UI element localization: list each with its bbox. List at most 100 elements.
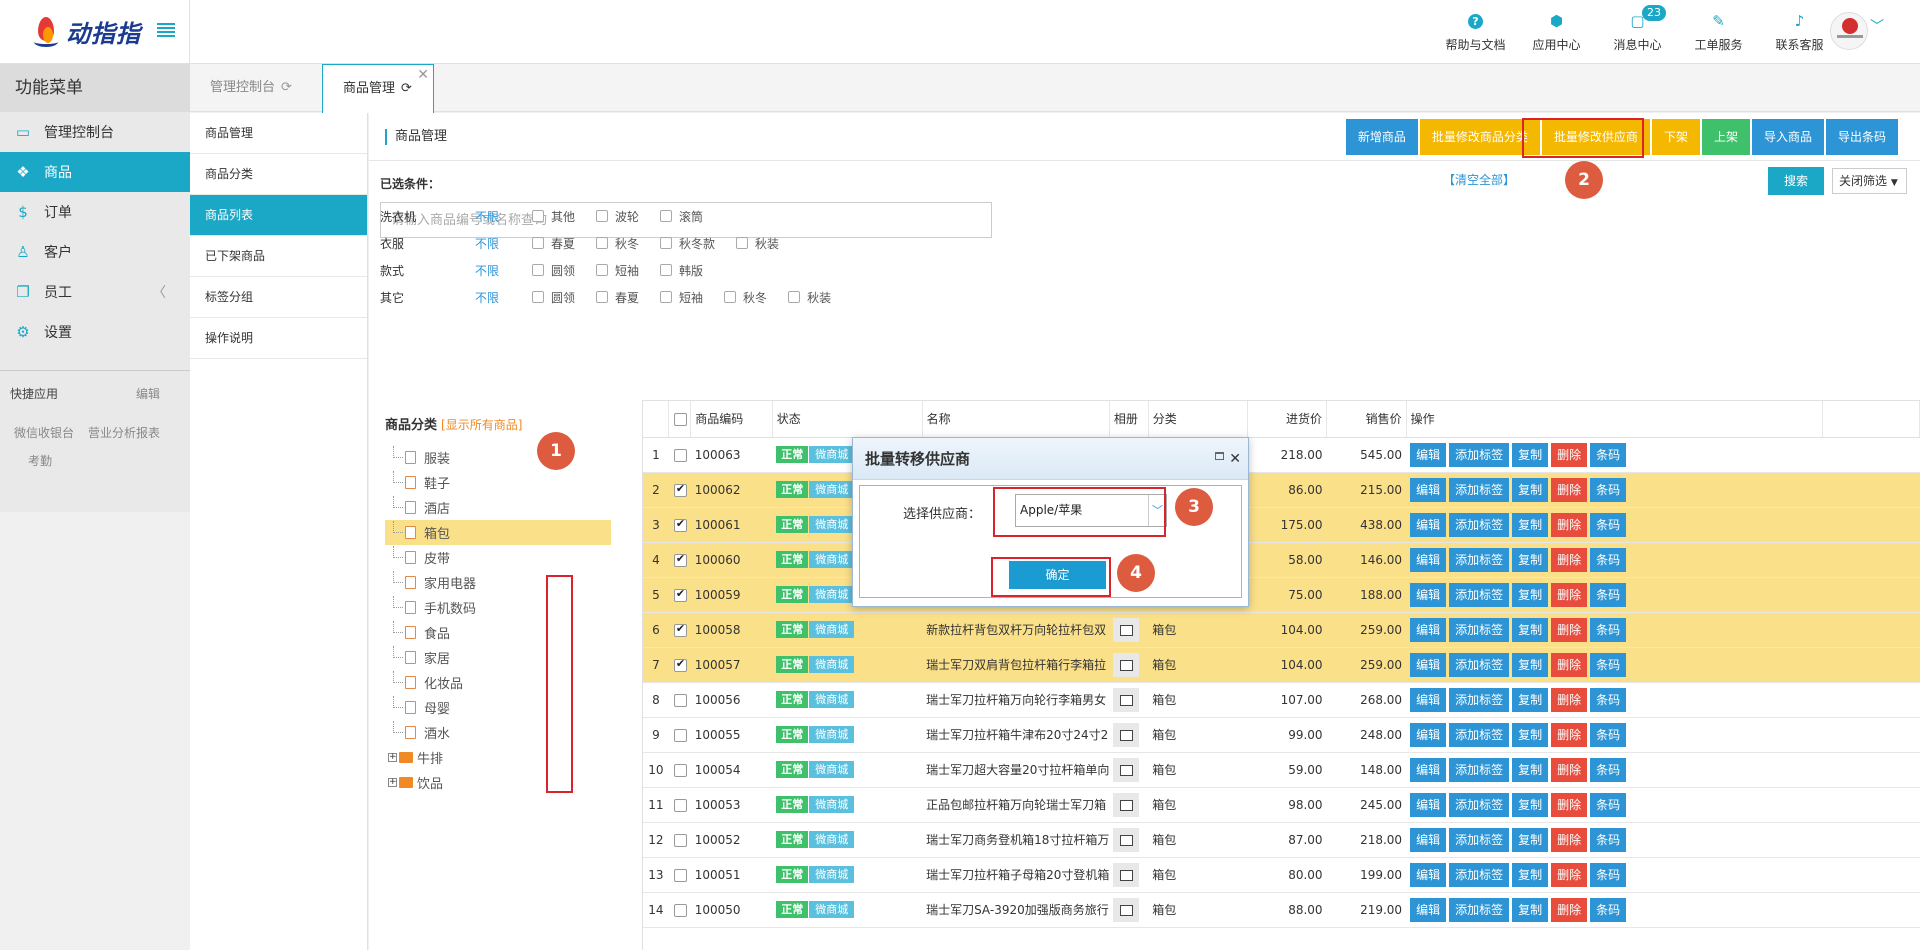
clear-all-link[interactable]: 【清空全部】 <box>1443 171 1515 188</box>
row-op-button[interactable]: 复制 <box>1512 477 1549 502</box>
table-row[interactable]: 5 100059正常微商城 75.00188.00编辑添加标签复制删除条码 <box>643 577 1920 613</box>
filter-option[interactable]: 秋冬款 <box>660 235 715 252</box>
row-op-button[interactable]: 复制 <box>1512 512 1549 537</box>
row-op-button[interactable]: 条码 <box>1590 687 1627 712</box>
row-checkbox[interactable] <box>673 693 687 707</box>
close-icon[interactable]: ✕ <box>1229 438 1241 480</box>
user-avatar[interactable] <box>1830 12 1868 50</box>
filter-option[interactable]: 秋装 <box>788 289 831 306</box>
row-op-button[interactable]: 删除 <box>1551 582 1588 607</box>
category-item[interactable]: 食品 <box>385 620 611 645</box>
row-op-button[interactable]: 添加标签 <box>1449 617 1510 642</box>
row-op-button[interactable]: 删除 <box>1551 862 1588 887</box>
table-row[interactable]: 3 100061正常微商城 175.00438.00编辑添加标签复制删除条码 <box>643 507 1920 543</box>
row-op-button[interactable]: 复制 <box>1512 617 1549 642</box>
select-all-checkbox[interactable] <box>674 412 688 426</box>
row-op-button[interactable]: 条码 <box>1590 757 1627 782</box>
checkbox[interactable] <box>724 291 737 303</box>
category-item[interactable]: 家居 <box>385 645 611 670</box>
close-icon[interactable]: ✕ <box>417 51 429 99</box>
table-row[interactable]: 12 100052 正常 微商城 瑞士军刀商务登机箱18寸拉杆箱万 箱包 87.00 218.… <box>643 822 1920 858</box>
row-op-button[interactable]: 复制 <box>1512 722 1549 747</box>
checkbox[interactable] <box>532 264 544 276</box>
row-op-button[interactable]: 删除 <box>1551 792 1588 817</box>
filter-option[interactable]: 春夏 <box>596 289 639 306</box>
image-icon[interactable] <box>1113 652 1140 677</box>
filter-option[interactable]: 其他 <box>532 208 575 225</box>
checkbox[interactable] <box>532 291 544 303</box>
search-button[interactable]: 搜索 <box>1768 167 1824 195</box>
category-folder[interactable]: + 牛排 <box>385 745 611 770</box>
row-checkbox[interactable] <box>673 448 687 462</box>
category-item[interactable]: 箱包 <box>385 520 611 545</box>
category-item[interactable]: 化妆品 <box>385 670 611 695</box>
row-op-button[interactable]: 添加标签 <box>1449 792 1510 817</box>
checkbox[interactable] <box>660 264 673 276</box>
submenu-item-1[interactable]: 商品分类 <box>190 154 367 195</box>
row-op-button[interactable]: 编辑 <box>1410 442 1447 467</box>
row-op-button[interactable]: 编辑 <box>1410 652 1447 677</box>
image-icon[interactable] <box>1113 617 1140 642</box>
row-op-button[interactable]: 添加标签 <box>1449 687 1510 712</box>
submenu-item-2[interactable]: 商品列表 <box>190 195 367 236</box>
category-item[interactable]: 服装 <box>385 445 611 470</box>
row-op-button[interactable]: 复制 <box>1512 862 1549 887</box>
row-op-button[interactable]: 添加标签 <box>1449 827 1510 852</box>
filter-all-link[interactable]: 不限 <box>475 235 532 252</box>
table-row[interactable]: 11 100053 正常 微商城 正品包邮拉杆箱万向轮瑞士军刀箱 箱包 98.00 245.0… <box>643 787 1920 823</box>
topnav-item-0[interactable]: ? 帮助与文档 <box>1435 10 1516 53</box>
row-checkbox[interactable] <box>673 657 687 672</box>
row-op-button[interactable]: 复制 <box>1512 547 1549 572</box>
checkbox[interactable] <box>736 237 749 249</box>
row-op-button[interactable]: 删除 <box>1551 827 1588 852</box>
row-checkbox[interactable] <box>673 763 687 777</box>
checkbox[interactable] <box>596 210 609 222</box>
expand-icon[interactable]: + <box>388 753 397 762</box>
row-op-button[interactable]: 条码 <box>1590 512 1627 537</box>
filter-option[interactable]: 圆领 <box>532 262 575 279</box>
row-op-button[interactable]: 编辑 <box>1410 757 1447 782</box>
submenu-item-0[interactable]: 商品管理 <box>190 113 367 154</box>
row-op-button[interactable]: 编辑 <box>1410 827 1447 852</box>
filter-option[interactable]: 秋冬 <box>724 289 767 306</box>
supplier-select[interactable]: Apple/苹果 ﹀ <box>1015 494 1167 527</box>
row-checkbox[interactable] <box>673 517 687 532</box>
row-op-button[interactable]: 添加标签 <box>1449 547 1510 572</box>
row-op-button[interactable]: 添加标签 <box>1449 722 1510 747</box>
row-op-button[interactable]: 复制 <box>1512 652 1549 677</box>
row-op-button[interactable]: 添加标签 <box>1449 477 1510 502</box>
quick-link[interactable]: 微信收银台 <box>14 426 74 440</box>
row-checkbox[interactable] <box>673 482 687 497</box>
row-op-button[interactable]: 删除 <box>1551 722 1588 747</box>
table-row[interactable]: 10 100054 正常 微商城 瑞士军刀超大容量20寸拉杆箱单向 箱包 59.00 148.… <box>643 752 1920 788</box>
table-row[interactable]: 2 100062正常微商城 86.00215.00编辑添加标签复制删除条码 <box>643 472 1920 508</box>
checkbox[interactable] <box>596 264 609 276</box>
close-filter-dropdown[interactable]: 关闭筛选 ▼ <box>1832 168 1907 194</box>
row-op-button[interactable]: 添加标签 <box>1449 512 1510 537</box>
table-row[interactable]: 4 100060正常微商城 58.00146.00编辑添加标签复制删除条码 <box>643 542 1920 578</box>
row-checkbox[interactable] <box>673 587 687 602</box>
checkbox[interactable] <box>660 210 673 222</box>
filter-option[interactable]: 波轮 <box>596 208 639 225</box>
row-op-button[interactable]: 复制 <box>1512 442 1549 467</box>
topnav-item-4[interactable]: ♪ 联系客服 <box>1759 10 1840 53</box>
row-checkbox[interactable] <box>673 868 687 882</box>
filter-option[interactable]: 春夏 <box>532 235 575 252</box>
row-op-button[interactable]: 添加标签 <box>1449 582 1510 607</box>
image-icon[interactable] <box>1113 897 1140 922</box>
category-item[interactable]: 手机数码 <box>385 595 611 620</box>
topnav-item-1[interactable]: ⬢ 应用中心 <box>1516 10 1597 53</box>
filter-option[interactable]: 秋装 <box>736 235 779 252</box>
category-item[interactable]: 酒水 <box>385 720 611 745</box>
maximize-icon[interactable] <box>1215 452 1224 460</box>
row-checkbox[interactable] <box>673 798 687 812</box>
filter-all-link[interactable]: 不限 <box>475 262 532 279</box>
image-icon[interactable] <box>1113 862 1140 887</box>
refresh-icon[interactable]: ⟳ <box>281 80 292 95</box>
row-op-button[interactable]: 条码 <box>1590 792 1627 817</box>
row-op-button[interactable]: 复制 <box>1512 757 1549 782</box>
table-row[interactable]: 8 100056 正常 微商城 瑞士军刀拉杆箱万向轮行李箱男女 箱包 107.00 268.0… <box>643 682 1920 718</box>
tab-dashboard[interactable]: 管理控制台 ⟳ <box>190 64 321 112</box>
row-op-button[interactable]: 编辑 <box>1410 792 1447 817</box>
row-op-button[interactable]: 复制 <box>1512 687 1549 712</box>
